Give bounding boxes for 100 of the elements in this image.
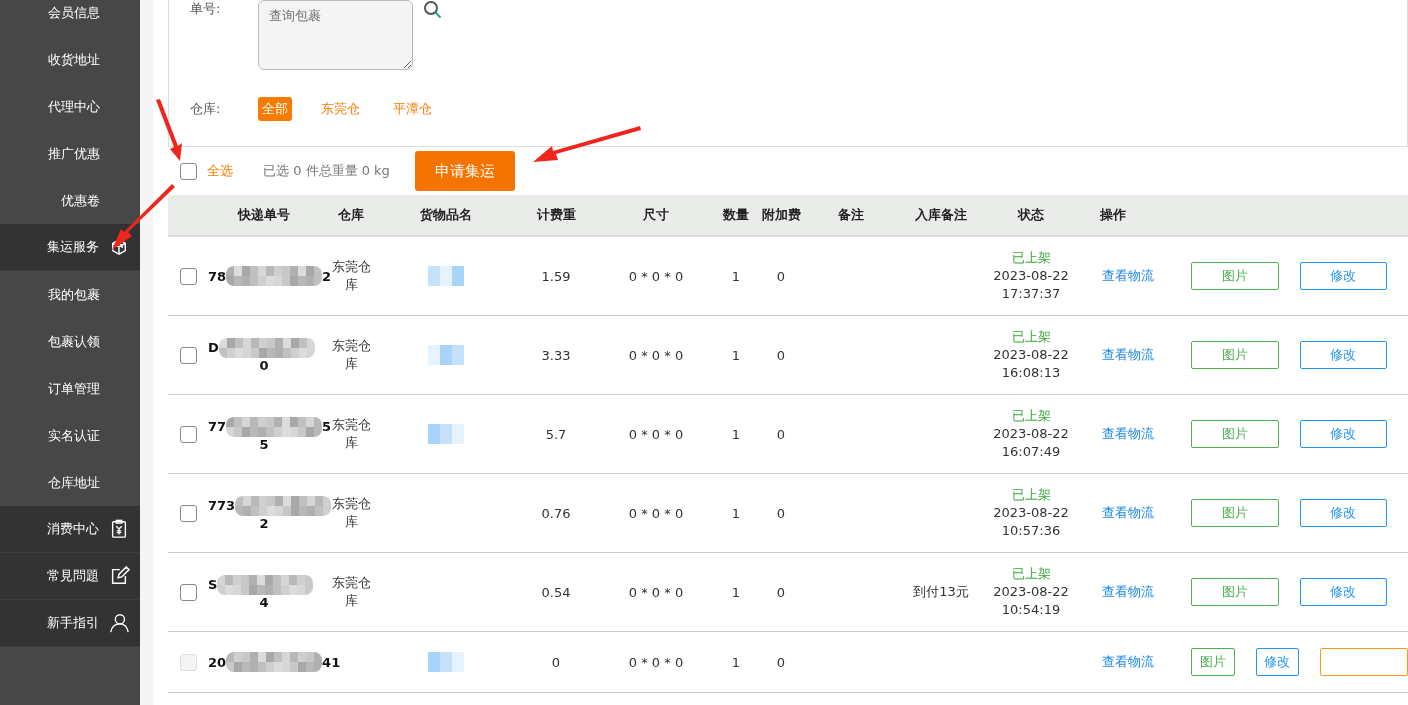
table-cell: 0 * 0 * 0 (628, 654, 684, 670)
photo-button[interactable]: 图片 (1191, 499, 1279, 527)
sidebar-item[interactable]: 消费中心 (0, 506, 140, 553)
column-header: 入库备注 (914, 206, 968, 224)
table-cell: 5.7 (545, 426, 567, 442)
table-cell: 0 (776, 505, 786, 521)
tracking-number: 2 (259, 515, 269, 531)
status-text: 已上架 (1011, 485, 1051, 504)
logistics-link[interactable]: 查看物流 (1102, 346, 1154, 364)
status-text: 已上架 (1011, 327, 1051, 346)
edit-button[interactable]: 修改 (1299, 420, 1387, 448)
logistics-link[interactable]: 查看物流 (1102, 583, 1154, 601)
user-icon (108, 612, 130, 634)
filter-chip[interactable]: 全部 (258, 96, 292, 121)
logistics-link[interactable]: 查看物流 (1102, 504, 1154, 522)
field-label: 单号: (190, 0, 222, 18)
table-cell: 0 * 0 * 0 (628, 426, 684, 442)
table-cell: 0 * 0 * 0 (628, 584, 684, 600)
table-cell: 0 (776, 268, 786, 284)
column-header: 快递单号 (236, 206, 291, 224)
table-cell-text: 东莞仓库 (331, 415, 371, 452)
column-header: 备注 (837, 206, 865, 224)
table-cell-text: 东莞仓库 (331, 336, 371, 373)
photo-button[interactable]: 图片 (1191, 578, 1279, 606)
table-cell-text: 2023-08-22 10:57:36 (992, 503, 1070, 540)
table-cell: 0 * 0 * 0 (628, 347, 684, 363)
sidebar-item[interactable]: 集运服务 (0, 224, 140, 271)
table-cell: 0 (776, 654, 786, 670)
search-icon[interactable] (423, 0, 443, 20)
arrow-drawing (156, 99, 182, 161)
table-cell-text: 东莞仓库 (331, 494, 371, 531)
column-header: 附加费 (762, 206, 800, 224)
selection-summary: 已选 0 件总重量 0 kg (263, 162, 390, 180)
table-cell: 3.33 (541, 347, 571, 363)
table-cell: 0 (776, 426, 786, 442)
tracking-number: 41 (322, 654, 341, 670)
tracking-number: S (208, 577, 218, 592)
checkbox[interactable] (179, 425, 197, 443)
apply-button[interactable]: 申请集运 (414, 151, 515, 191)
edit-button[interactable]: 修改 (1299, 341, 1387, 369)
table-cell: 1 (731, 505, 741, 521)
status-text: 已上架 (1011, 248, 1051, 267)
checkbox[interactable] (179, 346, 197, 364)
status-text: 已上架 (1011, 406, 1051, 425)
table-cell: 1.59 (541, 268, 571, 284)
table-cell: 1 (731, 268, 741, 284)
sidebar-item[interactable]: 常見問題 (0, 553, 140, 600)
table-cell: 0 * 0 * 0 (628, 505, 684, 521)
photo-button[interactable]: 图片 (1191, 420, 1279, 448)
logistics-link[interactable]: 查看物流 (1102, 267, 1154, 285)
edit-button[interactable]: 修改 (1299, 578, 1387, 606)
checkbox[interactable] (179, 267, 197, 285)
photo-button[interactable]: 图片 (1191, 341, 1279, 369)
table-cell: 0 * 0 * 0 (628, 268, 684, 284)
table-cell: 0 (551, 654, 561, 670)
edit-button[interactable]: 修改 (1299, 262, 1387, 290)
column-header: 计费重 (535, 206, 577, 224)
checkbox[interactable] (179, 583, 197, 601)
table-cell: 0 (776, 347, 786, 363)
column-header: 货物品名 (419, 206, 473, 224)
status-text: 已上架 (1011, 564, 1051, 583)
tracking-number: 5 (322, 419, 332, 434)
table-cell-text: 2023-08-22 16:08:13 (992, 345, 1070, 382)
sidebar-item[interactable]: 新手指引 (0, 600, 140, 647)
table-cell: 1 (731, 426, 741, 442)
table-cell: 0 (776, 584, 786, 600)
tracking-number: 0 (259, 357, 269, 373)
tracking-number: 5 (259, 436, 269, 452)
photo-button[interactable]: 图片 (1191, 262, 1279, 290)
tracking-number: 773 (208, 498, 236, 513)
arrow-drawing (112, 184, 175, 250)
column-header: 尺寸 (642, 206, 670, 224)
table-cell-text: 2023-08-22 17:37:37 (992, 266, 1070, 303)
filter-chip[interactable]: 平潭仓 (389, 96, 436, 121)
table-cell: 1 (731, 347, 741, 363)
table-cell: 0.76 (541, 505, 571, 521)
tracking-number: 78 (208, 268, 227, 284)
edit-button[interactable]: 修改 (1299, 499, 1387, 527)
checkbox[interactable] (179, 504, 197, 522)
search-field[interactable]: 查询包裹 (258, 0, 413, 70)
table-cell: 0.54 (541, 584, 571, 600)
table-cell-text: 2023-08-22 16:07:49 (992, 424, 1070, 461)
field-label: 仓库: (190, 99, 222, 118)
tracking-number: 4 (259, 594, 269, 610)
tracking-number: 2 (322, 268, 332, 284)
table-cell: 1 (731, 584, 741, 600)
column-header: 数量 (722, 206, 750, 224)
column-header: 操作 (1099, 206, 1127, 224)
logistics-link[interactable]: 查看物流 (1102, 425, 1154, 443)
tracking-number: 20 (208, 654, 227, 670)
select-all-label[interactable]: 全选 (207, 162, 233, 180)
checkbox[interactable] (180, 162, 197, 180)
table-cell: 到付13元 (913, 583, 969, 601)
filter-chip[interactable]: 东莞仓 (317, 96, 364, 121)
column-header: 仓库 (337, 206, 365, 224)
column-header: 状态 (1016, 206, 1045, 224)
table-cell-text: 东莞仓库 (331, 257, 371, 294)
tracking-number: D (208, 340, 219, 355)
table-cell-text: 2023-08-22 10:54:19 (992, 582, 1070, 619)
table-cell-text: 东莞仓库 (331, 573, 371, 610)
